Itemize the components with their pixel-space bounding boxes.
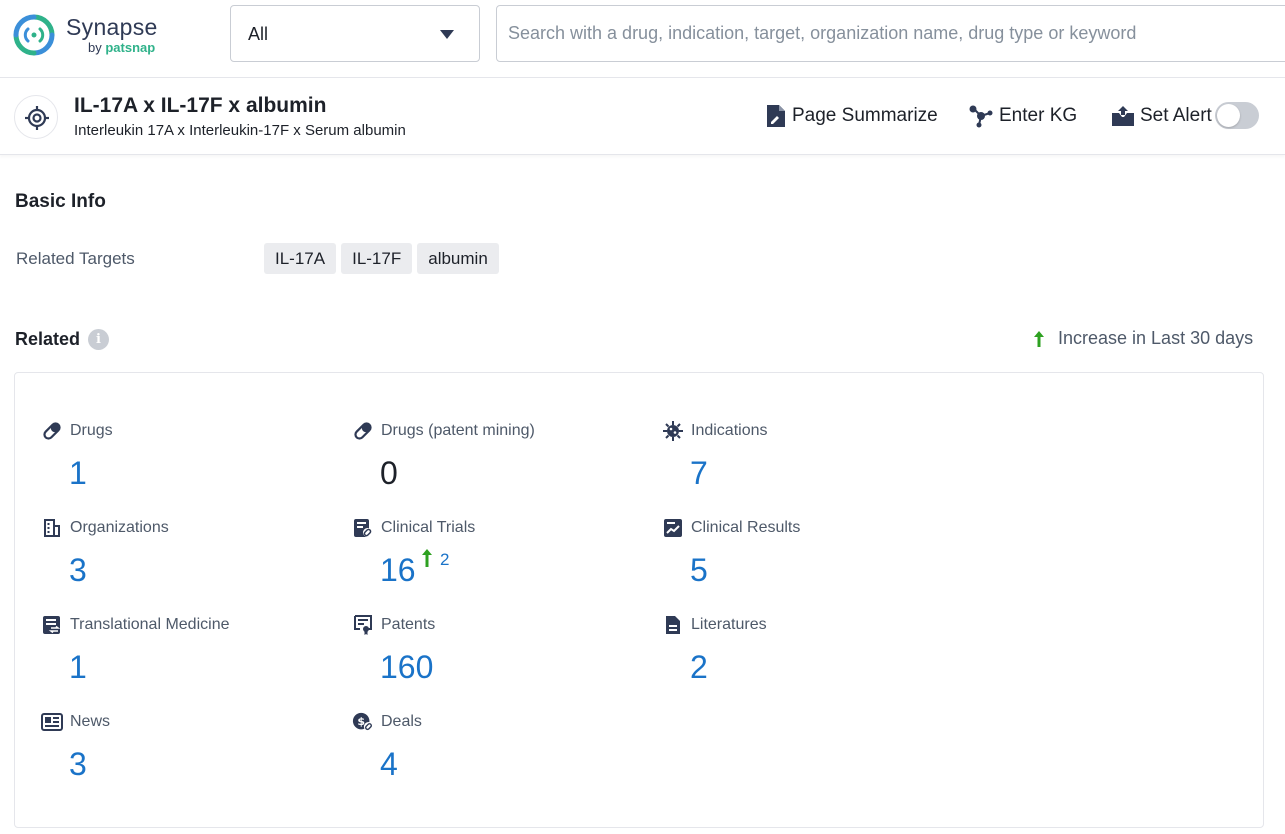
stat-translational-medicine[interactable]: Translational Medicine 1 bbox=[41, 614, 341, 694]
related-targets-label: Related Targets bbox=[16, 249, 135, 269]
alert-icon bbox=[1111, 105, 1135, 127]
stat-news[interactable]: News 3 bbox=[41, 711, 341, 791]
stat-clinical-trials[interactable]: Clinical Trials 16 2 bbox=[352, 517, 652, 597]
stat-patents[interactable]: Patents 160 bbox=[352, 614, 652, 694]
related-title: Related bbox=[15, 329, 80, 350]
toggle-knob bbox=[1217, 104, 1240, 127]
search-input[interactable] bbox=[508, 6, 1278, 61]
stat-indications[interactable]: Indications 7 bbox=[662, 420, 962, 500]
page-subtitle: Interleukin 17A x Interleukin-17F x Seru… bbox=[74, 122, 406, 139]
stat-organizations[interactable]: Organizations 3 bbox=[41, 517, 341, 597]
knowledge-graph-icon bbox=[968, 104, 994, 128]
target-tag[interactable]: IL-17A bbox=[264, 243, 336, 274]
related-targets-tags: IL-17A IL-17F albumin bbox=[264, 243, 499, 274]
logo-name: Synapse bbox=[66, 14, 158, 41]
stat-translational-value[interactable]: 1 bbox=[69, 649, 87, 686]
stat-drugs-value[interactable]: 1 bbox=[69, 455, 87, 492]
stat-translational-label: Translational Medicine bbox=[70, 616, 229, 634]
stat-deals[interactable]: $ Deals 4 bbox=[352, 711, 652, 791]
virus-icon bbox=[662, 420, 684, 442]
stat-news-value[interactable]: 3 bbox=[69, 746, 87, 783]
stat-organizations-value[interactable]: 3 bbox=[69, 552, 87, 589]
stat-indications-value[interactable]: 7 bbox=[690, 455, 708, 492]
increase-arrow-icon bbox=[1032, 330, 1046, 348]
stat-indications-label: Indications bbox=[691, 422, 768, 440]
target-tag[interactable]: albumin bbox=[417, 243, 499, 274]
summarize-icon bbox=[765, 104, 787, 128]
target-icon bbox=[14, 95, 58, 139]
clinical-trials-increase-value: 2 bbox=[440, 550, 449, 570]
chart-doc-icon bbox=[662, 517, 684, 539]
stat-drugs-patent-label: Drugs (patent mining) bbox=[381, 422, 535, 440]
search-scope-value: All bbox=[248, 24, 268, 45]
patent-icon bbox=[352, 614, 374, 636]
stat-drugs-label: Drugs bbox=[70, 422, 113, 440]
clinical-trials-increase[interactable]: 2 bbox=[420, 548, 449, 570]
stat-deals-value[interactable]: 4 bbox=[380, 746, 398, 783]
stat-clinical-results-label: Clinical Results bbox=[691, 519, 800, 537]
stat-clinical-results-value[interactable]: 5 bbox=[690, 552, 708, 589]
search-scope-select[interactable]: All bbox=[230, 5, 480, 62]
search-box[interactable] bbox=[496, 5, 1285, 62]
stat-clinical-trials-value[interactable]: 16 bbox=[380, 552, 416, 589]
stat-drugs-patent-value: 0 bbox=[380, 455, 398, 492]
page-summarize-button[interactable]: Page Summarize bbox=[765, 103, 938, 129]
stat-drugs[interactable]: Drugs 1 bbox=[41, 420, 341, 500]
stat-patents-value[interactable]: 160 bbox=[380, 649, 433, 686]
pill-icon bbox=[352, 420, 374, 442]
synapse-logo[interactable]: Synapse by patsnap bbox=[13, 12, 183, 60]
deal-icon: $ bbox=[352, 711, 374, 733]
enter-kg-label: Enter KG bbox=[999, 105, 1077, 127]
basic-info-title: Basic Info bbox=[15, 191, 106, 213]
page-summarize-label: Page Summarize bbox=[792, 105, 938, 127]
stat-news-label: News bbox=[70, 713, 110, 731]
building-icon bbox=[41, 517, 63, 539]
document-icon bbox=[662, 614, 684, 636]
stat-clinical-results[interactable]: Clinical Results 5 bbox=[662, 517, 962, 597]
synapse-logo-icon bbox=[13, 14, 55, 56]
logo-byline: by patsnap bbox=[88, 40, 155, 55]
stat-literatures[interactable]: Literatures 2 bbox=[662, 614, 962, 694]
set-alert-button[interactable]: Set Alert bbox=[1111, 103, 1212, 129]
chevron-down-icon bbox=[440, 30, 454, 39]
stat-organizations-label: Organizations bbox=[70, 519, 169, 537]
increase-arrow-icon bbox=[420, 548, 434, 568]
clinical-trial-icon bbox=[352, 517, 374, 539]
increase-legend: Increase in Last 30 days bbox=[1032, 328, 1253, 349]
translational-icon bbox=[41, 614, 63, 636]
svg-text:$: $ bbox=[357, 715, 365, 728]
stat-literatures-label: Literatures bbox=[691, 616, 767, 634]
increase-legend-label: Increase in Last 30 days bbox=[1058, 328, 1253, 349]
stat-literatures-value[interactable]: 2 bbox=[690, 649, 708, 686]
pill-icon bbox=[41, 420, 63, 442]
target-tag[interactable]: IL-17F bbox=[341, 243, 412, 274]
enter-kg-button[interactable]: Enter KG bbox=[968, 103, 1077, 129]
stat-deals-label: Deals bbox=[381, 713, 422, 731]
stat-clinical-trials-label: Clinical Trials bbox=[381, 519, 475, 537]
logo-by: by bbox=[88, 40, 102, 55]
logo-brand: patsnap bbox=[105, 40, 155, 55]
related-stats-card: Drugs 1 Drugs (patent mining) 0 Indicati… bbox=[14, 372, 1264, 828]
top-bar: Synapse by patsnap All bbox=[0, 0, 1285, 78]
info-icon[interactable]: i bbox=[88, 329, 109, 350]
page-header: IL-17A x IL-17F x albumin Interleukin 17… bbox=[0, 78, 1285, 155]
stat-patents-label: Patents bbox=[381, 616, 435, 634]
set-alert-label: Set Alert bbox=[1140, 105, 1212, 127]
page-title: IL-17A x IL-17F x albumin bbox=[74, 94, 326, 118]
stat-drugs-patent-mining[interactable]: Drugs (patent mining) 0 bbox=[352, 420, 652, 500]
set-alert-toggle[interactable] bbox=[1215, 102, 1259, 129]
newspaper-icon bbox=[41, 711, 63, 733]
